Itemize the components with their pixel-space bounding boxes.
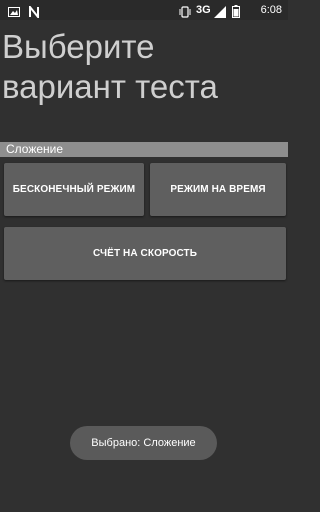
vibrate-icon — [178, 3, 192, 22]
signal-icon — [214, 3, 226, 22]
endless-mode-button[interactable]: БЕСКОНЕЧНЫЙ РЕЖИМ — [4, 163, 144, 216]
network-type: 3G — [196, 4, 211, 16]
toast-message: Выбрано: Сложение — [70, 426, 217, 460]
image-icon — [8, 3, 20, 22]
section-header: Сложение — [0, 142, 288, 157]
n-app-icon — [28, 3, 40, 22]
status-bar: 3G 6:08 — [0, 0, 288, 20]
app-screen: 3G 6:08 Выберите вариант теста Сложение … — [0, 0, 288, 512]
clock: 6:08 — [260, 4, 282, 16]
page-title: Выберите вариант теста — [2, 28, 218, 105]
timed-mode-button[interactable]: РЕЖИМ НА ВРЕМЯ — [150, 163, 286, 216]
speed-count-button[interactable]: СЧЁТ НА СКОРОСТЬ — [4, 227, 286, 280]
battery-icon — [232, 3, 240, 22]
